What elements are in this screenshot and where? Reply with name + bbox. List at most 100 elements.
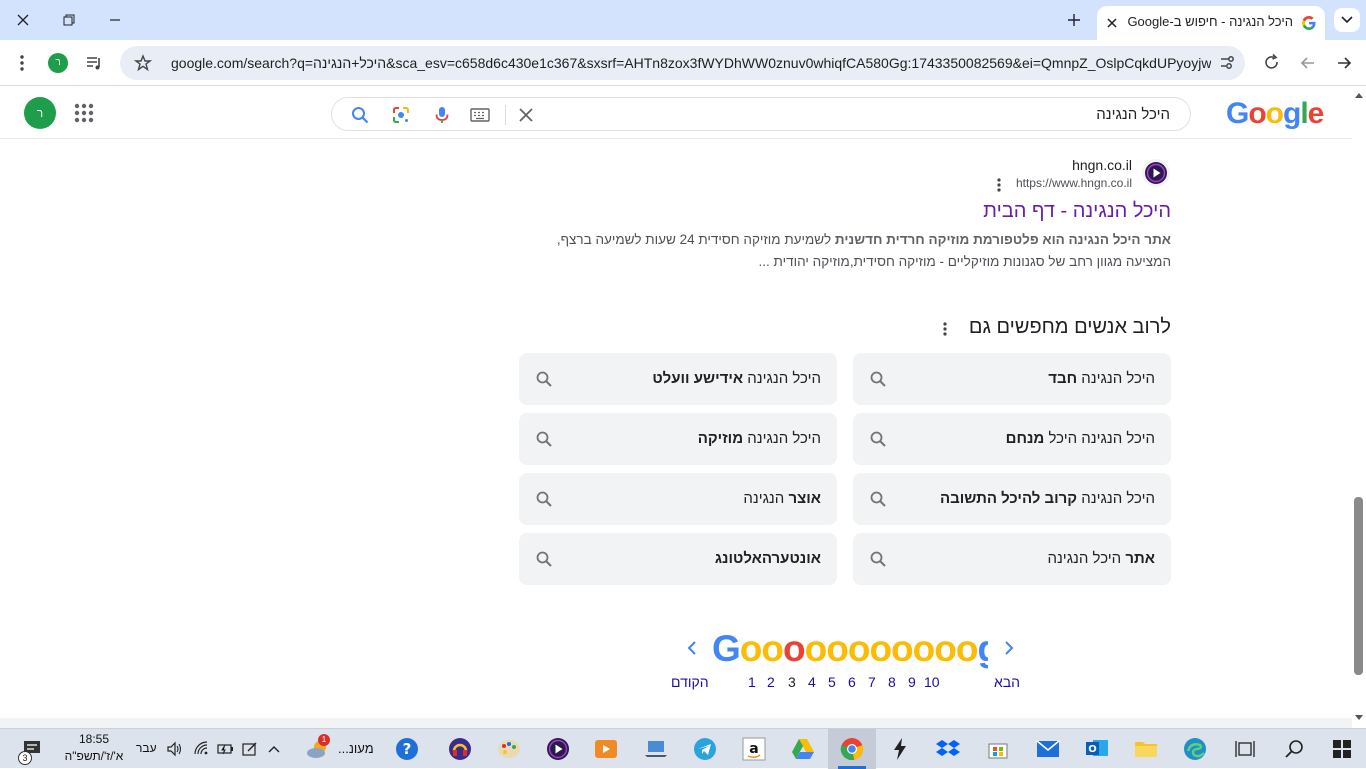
keyboard-button[interactable] — [470, 108, 490, 122]
result-site-name[interactable]: hngn.co.il — [1072, 157, 1132, 173]
new-tab-button[interactable] — [1062, 8, 1086, 32]
mail-app[interactable] — [1028, 733, 1068, 765]
pen-tablet-icon — [242, 742, 257, 756]
account-avatar[interactable]: ר — [24, 97, 56, 129]
dev-app[interactable] — [880, 733, 920, 765]
related-options-button[interactable] — [940, 321, 950, 337]
folder-icon — [1135, 742, 1157, 757]
prev-page-link[interactable]: הקודם — [671, 674, 709, 690]
media-player-app[interactable] — [538, 733, 578, 765]
page-link[interactable]: 9 — [908, 674, 916, 690]
page-link[interactable]: 1 — [748, 674, 756, 690]
lens-icon — [393, 107, 409, 123]
voice-search-button[interactable] — [433, 106, 451, 124]
outlook-app[interactable]: O — [1077, 733, 1117, 765]
play-icon — [1145, 162, 1167, 184]
pagination-logo-letter: o — [739, 628, 763, 669]
pagination-logo-letter: o — [826, 628, 849, 669]
file-explorer-app[interactable] — [1126, 733, 1166, 765]
scroll-down-icon[interactable] — [1355, 715, 1363, 721]
desktop-app[interactable] — [636, 733, 676, 765]
url-text[interactable]: google.com/search?q=היכל+הנגינה&sca_esv=… — [171, 55, 1211, 71]
site-info-icon[interactable] — [1218, 54, 1236, 72]
edge-app[interactable] — [1175, 733, 1215, 765]
amazon-app[interactable]: a — [734, 733, 774, 765]
weather-label: מעונ... — [338, 741, 374, 756]
telegram-app[interactable] — [685, 733, 725, 765]
related-search-chip[interactable]: היכל הנגינה היכל מנחם — [853, 413, 1171, 465]
related-search-chip[interactable]: אוצר הנגינה — [519, 473, 837, 525]
result-options-button[interactable] — [994, 177, 1004, 193]
input-language[interactable]: עבר — [136, 741, 157, 755]
page-link[interactable]: 5 — [828, 674, 836, 690]
profile-avatar[interactable]: ר — [48, 53, 68, 73]
google-drive-app[interactable] — [783, 733, 823, 765]
page-link[interactable]: 6 — [848, 674, 856, 690]
minimize-window-button[interactable] — [92, 0, 138, 40]
search-submit-button[interactable] — [351, 106, 369, 124]
tab-close-button[interactable] — [1103, 14, 1121, 32]
tab-search-button[interactable] — [1334, 8, 1360, 32]
reload-button[interactable] — [1262, 53, 1282, 73]
more-vert-icon — [997, 178, 1001, 192]
next-page-arrow[interactable] — [1003, 640, 1015, 656]
forward-button[interactable] — [1298, 53, 1318, 73]
clear-search-button[interactable] — [518, 107, 534, 123]
media-control-button[interactable] — [84, 53, 104, 73]
back-button[interactable] — [1334, 53, 1354, 73]
bookmark-star-icon[interactable] — [134, 54, 152, 72]
page-link[interactable]: 10 — [924, 674, 940, 690]
result-url[interactable]: https://www.hngn.co.il — [1016, 176, 1132, 190]
related-search-chip[interactable]: היכל הנגינה חבד — [853, 353, 1171, 405]
radio-app[interactable] — [440, 733, 480, 765]
show-hidden-icons-button[interactable] — [260, 733, 288, 765]
pagination-logo-letter: o — [804, 628, 828, 669]
result-title-link[interactable]: היכל הנגינה - דף הבית — [983, 200, 1171, 223]
search-button[interactable] — [1274, 733, 1314, 765]
close-window-button[interactable] — [0, 0, 46, 40]
google-lens-button[interactable] — [392, 106, 410, 124]
chip-label: אתר היכל הנגינה — [1047, 550, 1155, 567]
task-view-button[interactable] — [1225, 733, 1265, 765]
related-search-chip[interactable]: היכל הנגינה מוזיקה — [519, 413, 837, 465]
next-page-link[interactable]: הבא — [994, 674, 1020, 690]
chrome-app-active[interactable] — [828, 729, 876, 769]
clock-time[interactable]: 18:55 — [62, 732, 126, 746]
search-input[interactable]: היכל הנגינה — [1096, 106, 1170, 123]
telegram-icon — [694, 738, 716, 760]
address-bar[interactable]: google.com/search?q=היכל+הנגינה&sca_esv=… — [120, 46, 1245, 80]
playlist-music-icon — [87, 57, 100, 70]
svg-text:a: a — [749, 741, 758, 757]
store-app[interactable] — [978, 733, 1018, 765]
google-apps-button[interactable] — [74, 103, 94, 123]
related-search-chip[interactable]: אונטערהאלטונג — [519, 533, 837, 585]
volume-button[interactable] — [160, 733, 188, 765]
page-link[interactable]: 8 — [888, 674, 896, 690]
page-link[interactable]: 2 — [767, 674, 775, 690]
page-scrollbar[interactable] — [1352, 87, 1366, 728]
dropbox-app[interactable] — [928, 733, 968, 765]
help-app[interactable]: ? — [387, 733, 427, 765]
related-search-chip[interactable]: היכל הנגינה אידישע וועלט — [519, 353, 837, 405]
search-box[interactable]: היכל הנגינה — [331, 97, 1191, 131]
paint-app[interactable] — [489, 733, 529, 765]
amazon-icon: a — [742, 737, 766, 761]
video-app[interactable] — [586, 733, 626, 765]
clock-date[interactable]: א'/ז'/תשפ"ה — [56, 749, 132, 763]
active-tab[interactable]: היכל הנגינה - חיפוש ב-Google — [1097, 6, 1325, 40]
related-search-chip[interactable]: אתר היכל הנגינה — [853, 533, 1171, 585]
start-button[interactable] — [1322, 733, 1362, 765]
page-link[interactable]: 7 — [868, 674, 876, 690]
scroll-thumb[interactable] — [1354, 497, 1363, 675]
restore-window-button[interactable] — [46, 0, 92, 40]
weather-widget[interactable]: 1 מעונ... — [300, 733, 380, 765]
scroll-up-icon[interactable] — [1355, 92, 1363, 98]
prev-page-arrow[interactable] — [686, 640, 698, 656]
notification-center-button[interactable]: 3 — [12, 733, 52, 765]
related-search-chip[interactable]: היכל הנגינה קרוב להיכל התשובה — [853, 473, 1171, 525]
page-link[interactable]: 4 — [808, 674, 816, 690]
google-logo[interactable]: Google — [1226, 97, 1324, 131]
pagination-logo-letter: o — [891, 628, 914, 669]
site-favicon[interactable] — [1142, 159, 1170, 187]
menu-button[interactable] — [12, 53, 32, 73]
